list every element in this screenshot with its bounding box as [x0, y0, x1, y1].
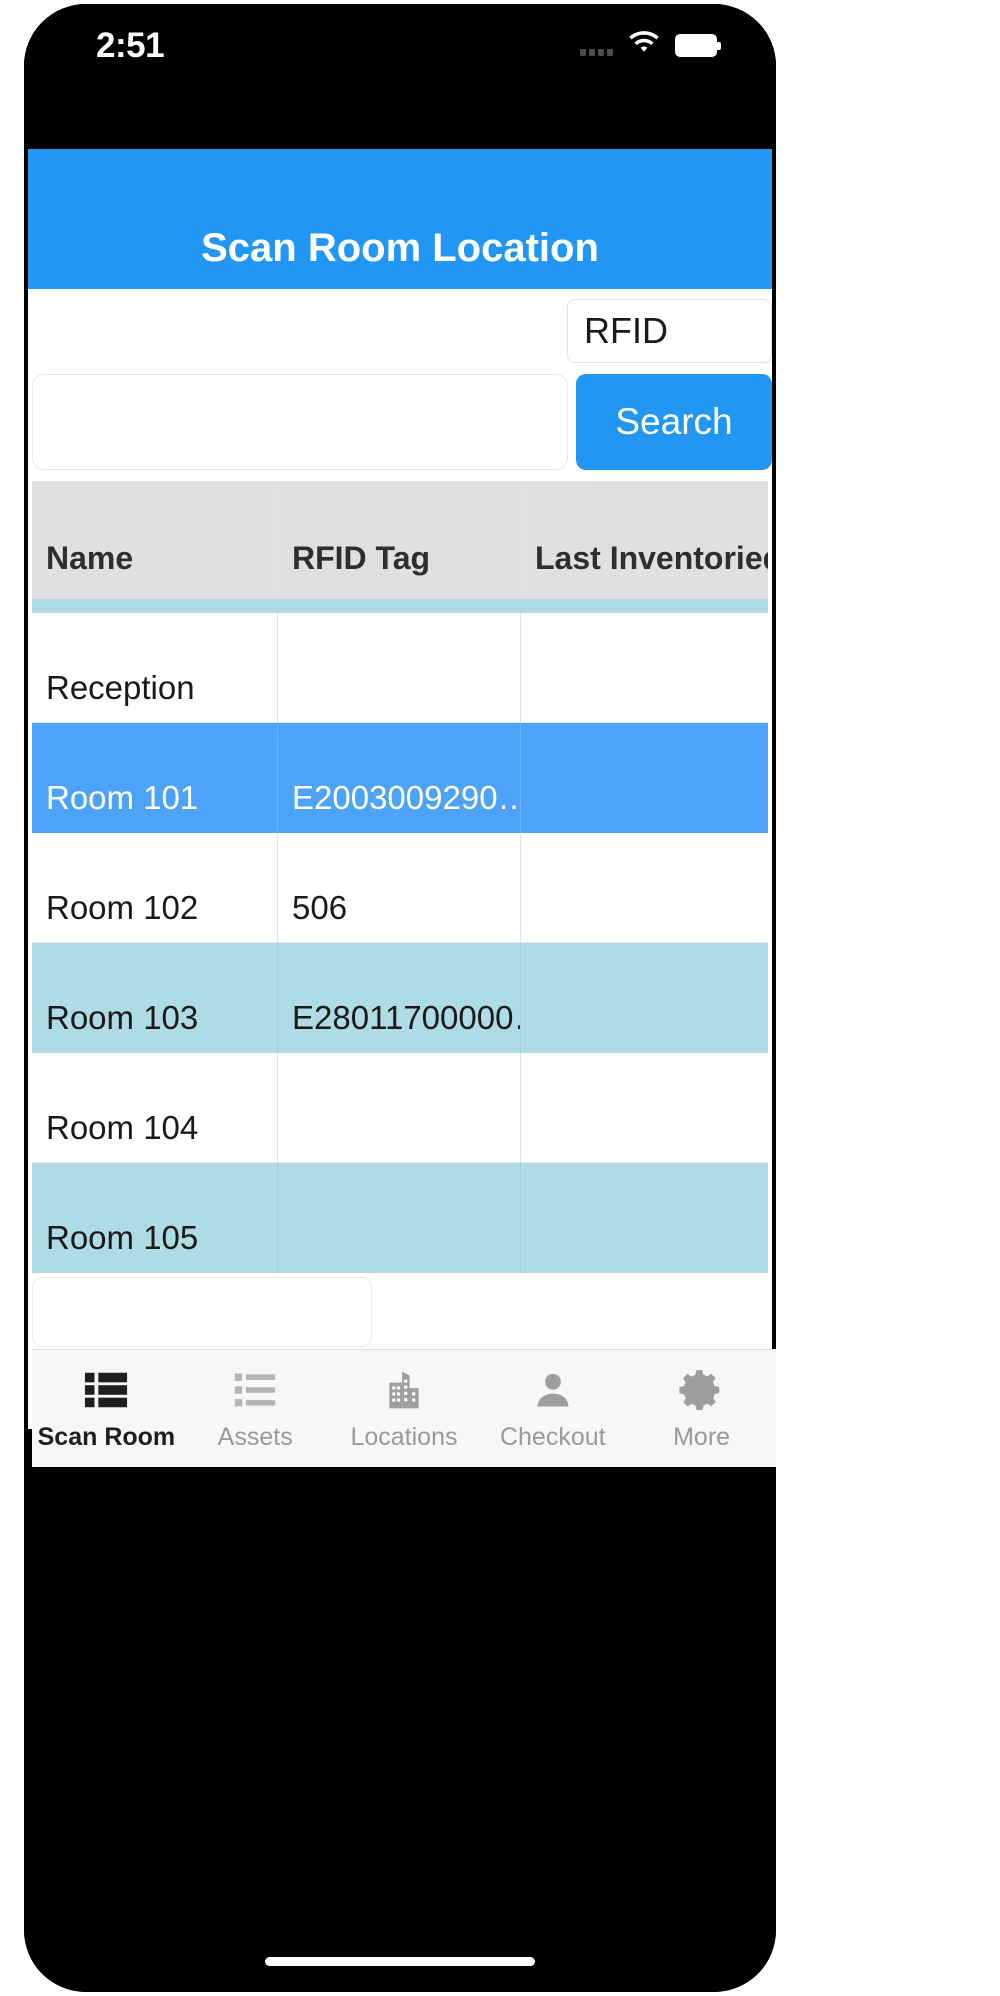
cell-last-inventoried: [520, 612, 768, 723]
column-header-name[interactable]: Name: [32, 481, 277, 599]
list-detail-icon: [83, 1365, 129, 1415]
wifi-icon: [627, 30, 661, 61]
cell-rfid-tag: [277, 1052, 520, 1163]
tab-bar: Scan Room Assets Locations Checkout More: [32, 1349, 776, 1467]
column-header-last-inventoried[interactable]: Last Inventoried: [520, 481, 768, 599]
page-title: Scan Room Location: [201, 226, 599, 270]
rooms-table[interactable]: Name RFID Tag Last Inventoried Reception…: [32, 481, 768, 1281]
table-row[interactable]: Room 105: [32, 1163, 768, 1273]
list-icon: [233, 1365, 277, 1415]
cell-name: Room 104: [46, 1108, 199, 1146]
cell-rfid-tag: 506: [277, 832, 520, 943]
rfid-type-select[interactable]: RFID: [567, 299, 772, 363]
tab-label: More: [673, 1423, 731, 1451]
search-input[interactable]: [33, 375, 567, 469]
tab-label: Locations: [350, 1423, 458, 1451]
cell-last-inventoried: [520, 943, 768, 1053]
app-header: Scan Room Location: [28, 149, 772, 289]
phone-frame: 2:51 Scan Room Location RFID Search Name…: [24, 4, 776, 1992]
cell-rfid-tag: E2003009290…: [277, 723, 520, 833]
cell-last-inventoried: [520, 1052, 768, 1163]
cell-rfid-tag: [277, 1163, 520, 1273]
cell-rfid-tag: E28011700000…: [277, 943, 520, 1053]
gear-icon: [678, 1365, 725, 1415]
rfid-type-select-value: RFID: [584, 310, 668, 351]
table-header-row: Name RFID Tag Last Inventoried: [32, 481, 768, 599]
table-row[interactable]: Room 103 E28011700000…: [32, 943, 768, 1053]
cell-name: Reception: [46, 668, 195, 706]
cell-last-inventoried: [520, 723, 768, 833]
table-row[interactable]: Room 102 506: [32, 832, 768, 943]
table-row[interactable]: Reception: [32, 612, 768, 723]
table-row[interactable]: Room 104: [32, 1052, 768, 1163]
status-icons: [580, 30, 721, 61]
search-area: RFID Search: [28, 289, 772, 481]
status-time: 2:51: [96, 26, 165, 65]
signal-dots-icon: [580, 36, 613, 56]
battery-full-icon: [675, 34, 721, 57]
cell-name: Room 105: [46, 1219, 199, 1256]
bottom-scan-field[interactable]: [32, 1277, 372, 1347]
person-icon: [531, 1365, 575, 1415]
table-header-separator: [32, 599, 768, 613]
tab-checkout[interactable]: Checkout: [478, 1350, 627, 1467]
cell-last-inventoried: [520, 832, 768, 943]
cell-name: Room 102: [46, 888, 199, 926]
tab-more[interactable]: More: [627, 1350, 776, 1467]
tab-label: Checkout: [499, 1423, 606, 1451]
cell-name: Room 101: [46, 779, 199, 816]
phone-screen: 2:51 Scan Room Location RFID Search Name…: [24, 4, 776, 1992]
tab-assets[interactable]: Assets: [181, 1350, 330, 1467]
cell-name: Room 103: [46, 999, 199, 1036]
table-row[interactable]: Room 101 E2003009290…: [32, 723, 768, 833]
cell-last-inventoried: [520, 1163, 768, 1273]
search-input-wrapper[interactable]: [32, 374, 568, 470]
building-icon: [382, 1365, 426, 1415]
cell-rfid-tag: [277, 612, 520, 723]
status-bar: 2:51: [24, 4, 776, 104]
tab-scan-room[interactable]: Scan Room: [32, 1350, 181, 1467]
tab-label: Scan Room: [37, 1423, 176, 1451]
search-button[interactable]: Search: [576, 374, 772, 470]
app-content: Scan Room Location RFID Search Name RFID…: [28, 149, 776, 1467]
home-indicator[interactable]: [265, 1957, 535, 1966]
tab-locations[interactable]: Locations: [330, 1350, 479, 1467]
column-header-rfid-tag[interactable]: RFID Tag: [277, 481, 520, 599]
tab-label: Assets: [217, 1423, 293, 1451]
